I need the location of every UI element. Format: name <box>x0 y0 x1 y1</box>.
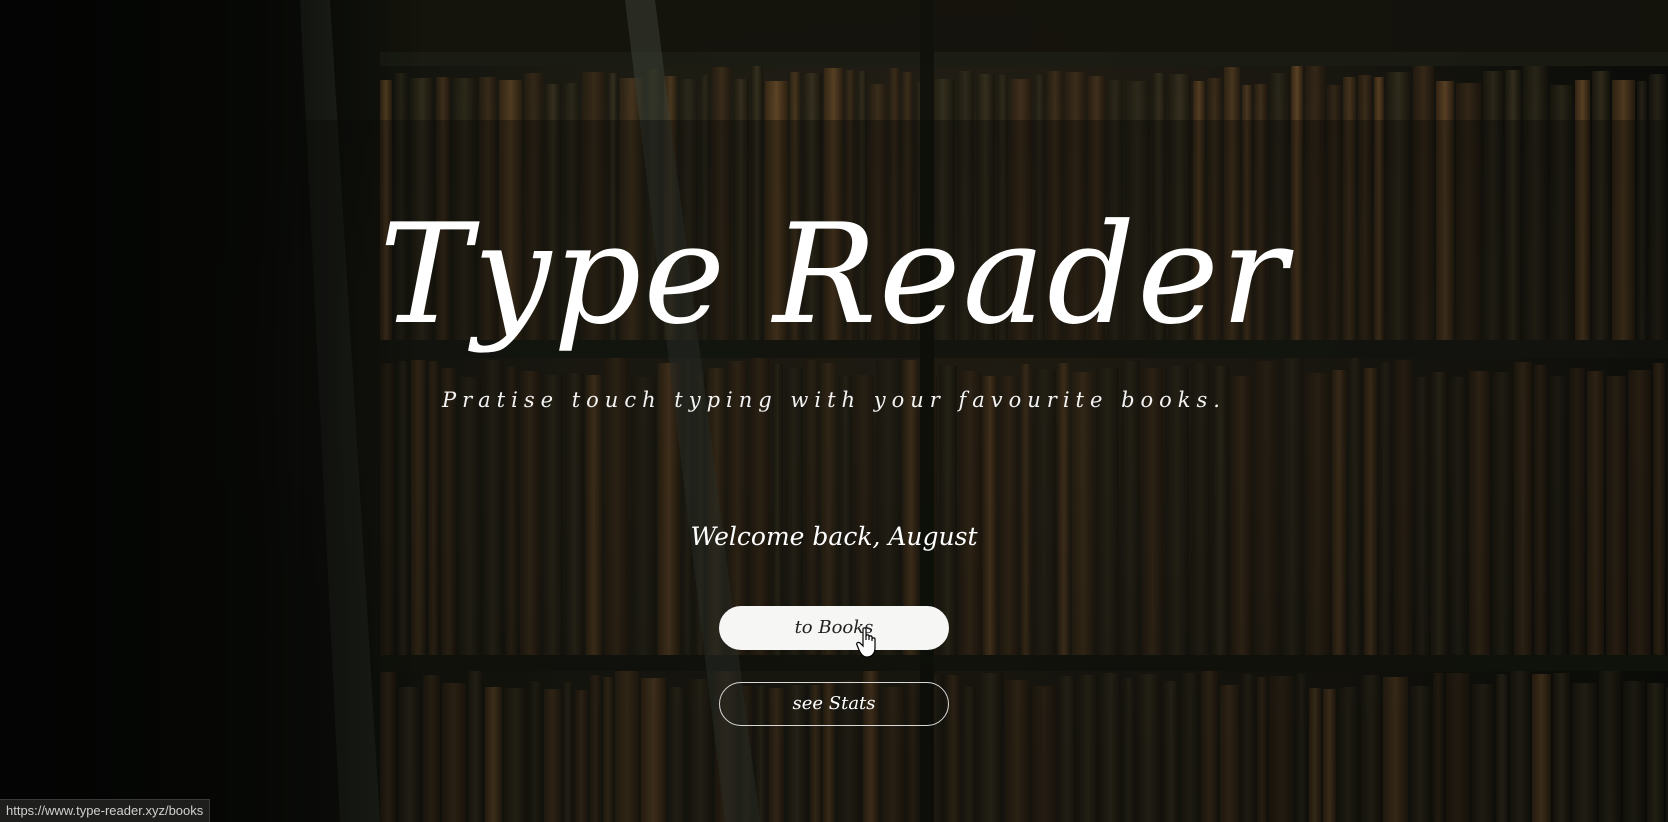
welcome-message: Welcome back, August <box>690 522 978 551</box>
books-button[interactable]: to Books <box>719 606 949 650</box>
hand-pointer-icon <box>856 627 876 658</box>
app-tagline: Pratise touch typing with your favourite… <box>441 388 1226 412</box>
app-title: Type Reader <box>379 194 1289 355</box>
status-bar-url: https://www.type-reader.xyz/books <box>0 799 211 822</box>
landing-page: Type Reader Pratise touch typing with yo… <box>0 0 1668 822</box>
stats-button[interactable]: see Stats <box>719 682 949 726</box>
